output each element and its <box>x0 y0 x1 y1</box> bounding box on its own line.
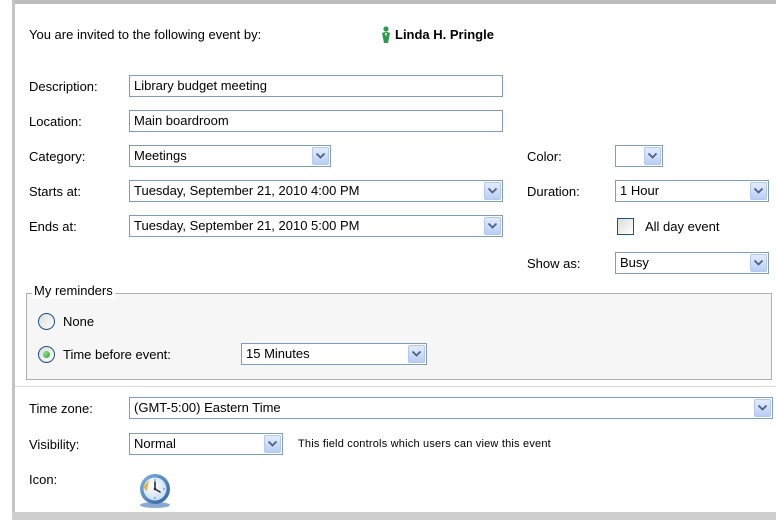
location-label: Location: <box>29 114 82 129</box>
organizer-name: Linda H. Pringle <box>395 27 494 42</box>
category-value: Meetings <box>134 148 187 163</box>
chevron-down-icon[interactable] <box>264 435 281 453</box>
visibility-select[interactable]: Normal <box>129 433 283 455</box>
chevron-down-icon[interactable] <box>644 147 661 165</box>
window-left-border <box>12 0 15 520</box>
color-label: Color: <box>527 149 562 164</box>
category-select[interactable]: Meetings <box>129 145 331 167</box>
chevron-down-icon[interactable] <box>408 345 425 363</box>
chevron-down-icon[interactable] <box>484 217 501 235</box>
show-as-label: Show as: <box>527 256 581 271</box>
time-zone-value: (GMT-5:00) Eastern Time <box>134 400 281 415</box>
icon-label: Icon: <box>29 472 58 487</box>
radio-selected-dot <box>43 351 50 358</box>
starts-at-label: Starts at: <box>29 184 82 199</box>
duration-label: Duration: <box>527 184 580 199</box>
starts-at-select[interactable]: Tuesday, September 21, 2010 4:00 PM <box>129 180 503 202</box>
chevron-down-icon[interactable] <box>754 399 771 417</box>
reminder-none-label: None <box>63 314 95 329</box>
color-select[interactable] <box>615 145 663 167</box>
reminders-legend: My reminders <box>32 283 115 299</box>
reminder-time-value: 15 Minutes <box>246 346 310 361</box>
window-bottom-border <box>12 512 776 520</box>
description-label: Description: <box>29 79 98 94</box>
invite-prefix: You are invited to the following event b… <box>29 27 262 42</box>
chevron-down-icon[interactable] <box>750 254 767 272</box>
duration-select[interactable]: 1 Hour <box>615 180 769 202</box>
reminder-before-label: Time before event: <box>63 347 171 362</box>
all-day-checkbox[interactable] <box>617 218 634 235</box>
chevron-down-icon[interactable] <box>312 147 329 165</box>
visibility-value: Normal <box>134 436 176 451</box>
visibility-help-text: This field controls which users can view… <box>298 438 551 450</box>
reminder-time-select[interactable]: 15 Minutes <box>241 343 427 365</box>
duration-value: 1 Hour <box>620 183 660 198</box>
chevron-down-icon[interactable] <box>484 182 501 200</box>
ends-at-select[interactable]: Tuesday, September 21, 2010 5:00 PM <box>129 215 503 237</box>
description-field[interactable]: Library budget meeting <box>129 75 503 97</box>
ends-at-label: Ends at: <box>29 219 77 234</box>
reminders-group <box>26 293 772 380</box>
location-field[interactable]: Main boardroom <box>129 110 503 132</box>
clock-icon[interactable] <box>135 471 175 509</box>
chevron-down-icon[interactable] <box>750 182 767 200</box>
time-zone-label: Time zone: <box>29 401 93 416</box>
section-divider <box>15 386 776 387</box>
reminder-before-radio[interactable] <box>38 346 55 363</box>
show-as-value: Busy <box>620 255 649 270</box>
ends-at-value: Tuesday, September 21, 2010 5:00 PM <box>134 218 360 233</box>
all-day-label: All day event <box>645 219 720 234</box>
window-top-border <box>12 0 776 4</box>
starts-at-value: Tuesday, September 21, 2010 4:00 PM <box>134 183 360 198</box>
person-icon <box>380 26 392 44</box>
time-zone-select[interactable]: (GMT-5:00) Eastern Time <box>129 397 773 419</box>
category-label: Category: <box>29 149 86 164</box>
reminder-none-radio[interactable] <box>38 313 55 330</box>
show-as-select[interactable]: Busy <box>615 252 769 274</box>
visibility-label: Visibility: <box>29 437 80 452</box>
